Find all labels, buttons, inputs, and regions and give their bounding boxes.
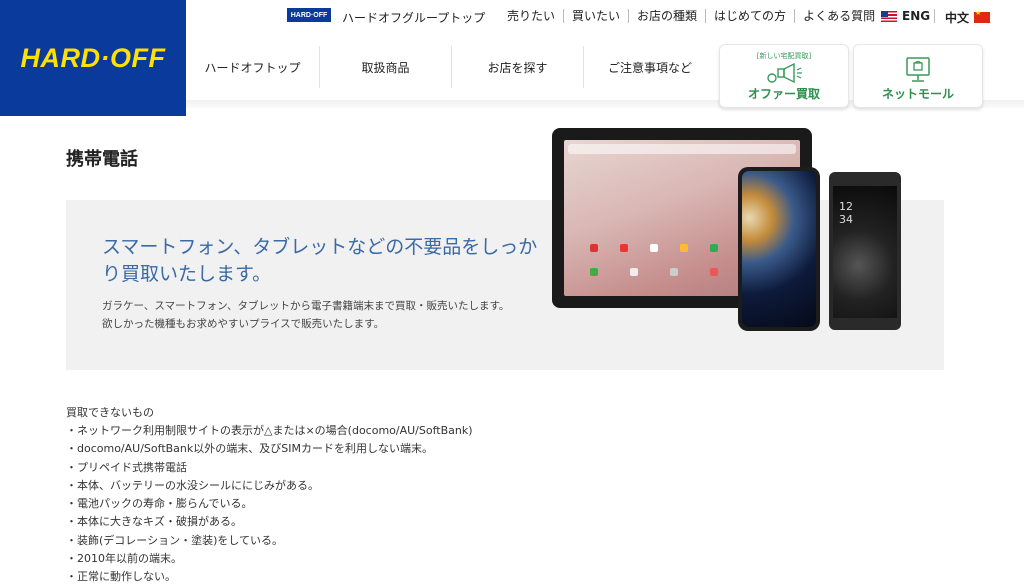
util-link-buy[interactable]: 買いたい: [564, 9, 630, 23]
monitor-icon: [906, 57, 930, 82]
utility-bar: HARD·OFF ハードオフグループトップ 売りたい 買いたい お店の種類 はじ…: [186, 0, 1024, 34]
page-title: 携帯電話: [66, 149, 138, 170]
nav-products[interactable]: 取扱商品: [320, 46, 452, 88]
main-nav: ハードオフトップ 取扱商品 お店を探す ご注意事項など: [186, 34, 716, 100]
lang-eng-link[interactable]: ENG: [881, 9, 930, 23]
hero-description: ガラケー、スマートフォン、タブレットから電子書籍端末まで買取・販売いたします。 …: [102, 297, 509, 333]
lang-eng-label: ENG: [902, 9, 931, 23]
nav-find-store[interactable]: お店を探す: [452, 46, 584, 88]
list-item: 正常に動作しない。: [66, 568, 473, 586]
lang-cn-link[interactable]: 中文: [945, 9, 991, 26]
util-link-faq[interactable]: よくある質問: [795, 9, 883, 23]
android-phone-image: 12 34: [829, 172, 901, 330]
app-icon: [590, 244, 598, 252]
app-icon: [670, 268, 678, 276]
lang-cn-label: 中文: [945, 11, 970, 25]
hero-desc-line-2: 欲しかった機種もお求めやすいプライスで販売いたします。: [102, 318, 385, 330]
site-logo[interactable]: HARD·OFF: [0, 0, 186, 116]
offer-new-label: [新しい宅配買取]: [756, 52, 812, 60]
nav-hardoff-top[interactable]: ハードオフトップ: [186, 46, 320, 88]
app-icon: [620, 244, 628, 252]
app-icon: [710, 244, 718, 252]
china-flag-icon: [974, 9, 991, 23]
list-item: 2010年以前の端末。: [66, 550, 473, 568]
list-item: 本体、バッテリーの水没シールににじみがある。: [66, 477, 473, 495]
app-icon: [710, 268, 718, 276]
iphone-screen: [742, 171, 816, 327]
iphone-image: [738, 167, 820, 331]
logo-text: HARD·OFF: [20, 42, 166, 73]
group-top-link[interactable]: ハードオフグループトップ: [342, 9, 485, 26]
list-item: 電池パックの寿命・膨らんでいる。: [66, 495, 473, 513]
us-flag-icon: [881, 10, 897, 22]
offer-kaitori-button[interactable]: [新しい宅配買取] オファー買取: [719, 44, 849, 108]
app-icon: [630, 268, 638, 276]
non-purchasable-title: 買取できないもの: [66, 406, 154, 419]
hero-desc-line-1: ガラケー、スマートフォン、タブレットから電子書籍端末まで買取・販売いたします。: [102, 300, 510, 312]
hero-heading: スマートフォン、タブレットなどの不要品をしっかり買取いたします。: [102, 236, 538, 285]
list-item: プリペイド式携帯電話: [66, 459, 473, 477]
android-clock: 12 34: [839, 200, 853, 226]
offer-kaitori-label: オファー買取: [747, 87, 820, 101]
nav-notes[interactable]: ご注意事項など: [584, 46, 716, 88]
app-icon: [680, 244, 688, 252]
util-link-store-types[interactable]: お店の種類: [629, 9, 707, 23]
util-link-sell[interactable]: 売りたい: [507, 9, 565, 23]
net-mall-button[interactable]: ネットモール: [853, 44, 983, 108]
utility-links: 売りたい 買いたい お店の種類 はじめての方 よくある質問: [507, 9, 883, 23]
list-item: ネットワーク利用制限サイトの表示が△または×の場合(docomo/AU/Soft…: [66, 422, 473, 440]
tablet-search-bar: [568, 144, 796, 154]
net-mall-label: ネットモール: [881, 87, 954, 101]
app-icon: [650, 244, 658, 252]
list-item: 本体に大きなキズ・破損がある。: [66, 513, 473, 531]
list-item: docomo/AU/SoftBank以外の端末、及びSIMカードを利用しない端末…: [66, 440, 473, 458]
group-logo[interactable]: HARD·OFF: [287, 8, 331, 22]
lang-divider: [934, 9, 935, 23]
app-icon: [590, 268, 598, 276]
util-link-beginners[interactable]: はじめての方: [706, 9, 796, 23]
non-purchasable-list: ネットワーク利用制限サイトの表示が△または×の場合(docomo/AU/Soft…: [66, 422, 473, 586]
list-item: 装飾(デコレーション・塗装)をしている。: [66, 532, 473, 550]
megaphone-icon: [767, 63, 802, 84]
